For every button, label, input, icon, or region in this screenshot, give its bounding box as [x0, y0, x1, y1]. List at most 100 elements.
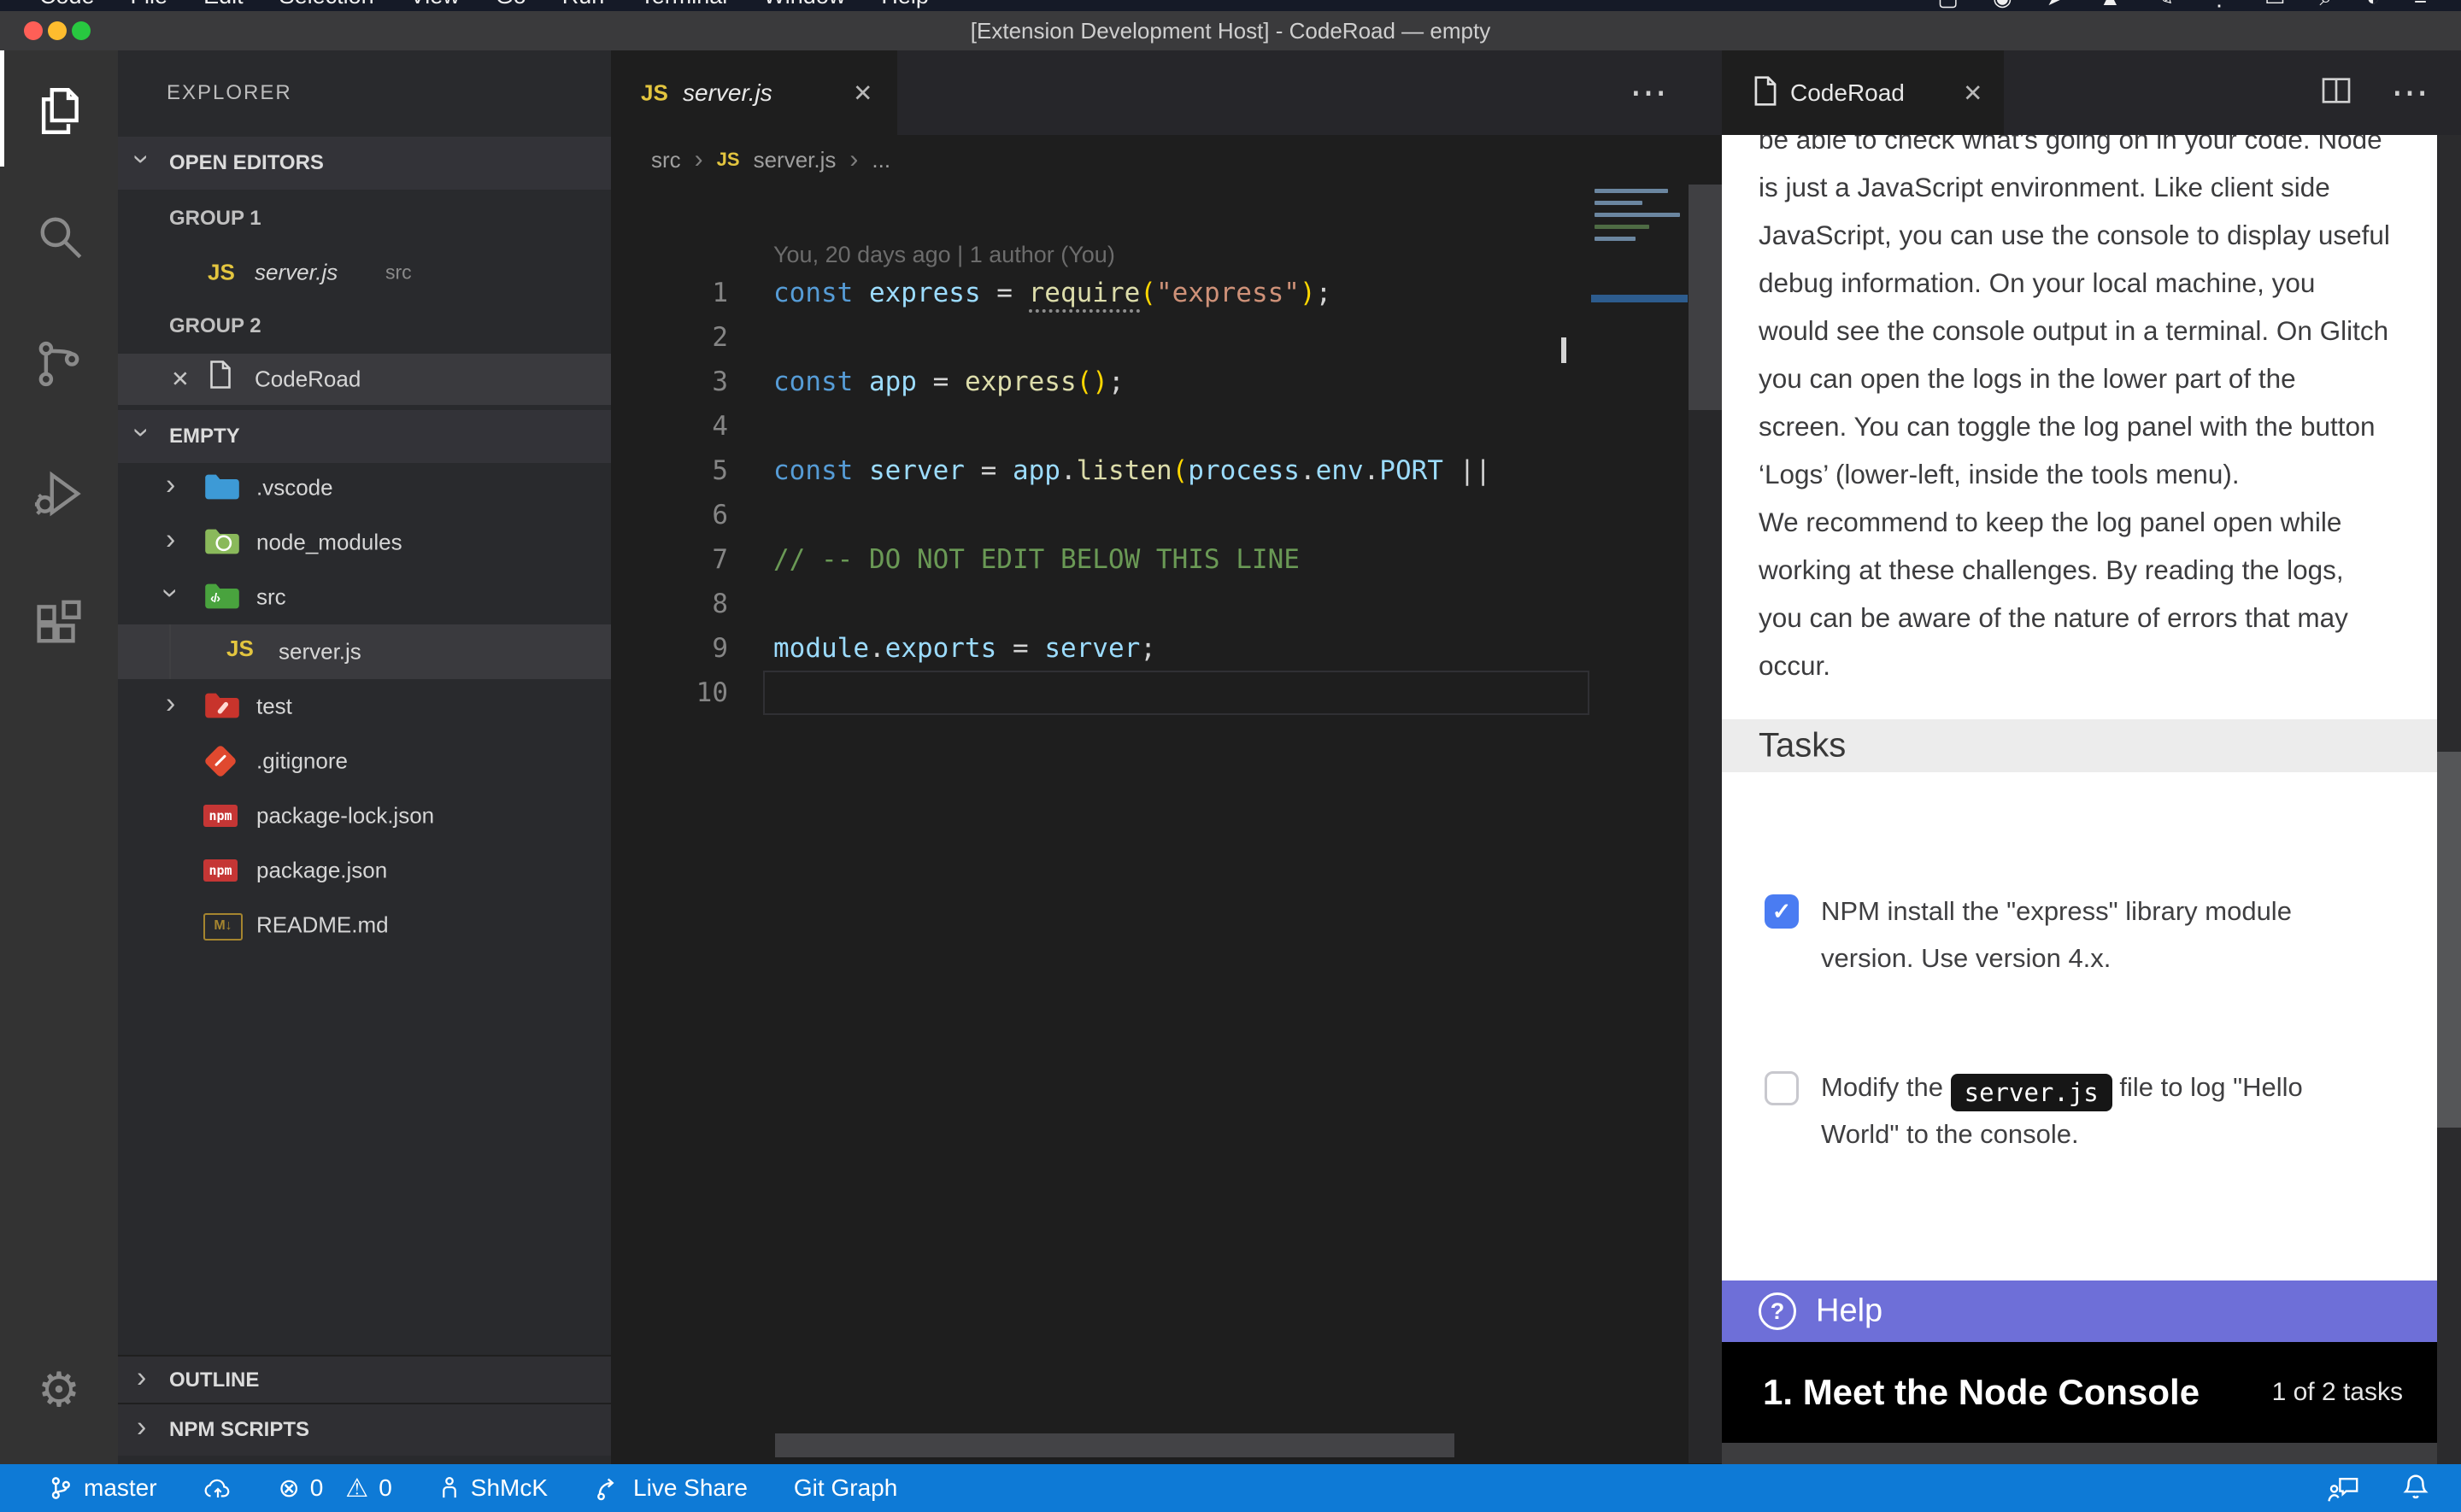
chevron-right-icon: ›	[166, 687, 175, 720]
line-number: 10	[611, 677, 728, 708]
outline-section-header[interactable]: › OUTLINE	[118, 1355, 611, 1404]
open-editors-header[interactable]: › OPEN EDITORS	[118, 137, 611, 190]
line-number: 3	[611, 366, 728, 397]
coderoad-content: be able to check what’s going on in your…	[1722, 135, 2437, 1281]
source-control-icon[interactable]	[0, 336, 118, 396]
menu-status-icon[interactable]: ◐	[2366, 0, 2380, 11]
src-folder-icon: ‹/›	[203, 581, 241, 613]
search-icon[interactable]	[0, 208, 118, 268]
close-tab-icon[interactable]: ✕	[1963, 79, 1982, 107]
explorer-icon[interactable]	[0, 83, 118, 144]
live-share-item[interactable]: Live Share	[594, 1474, 748, 1503]
menu-item[interactable]: Terminal	[640, 0, 727, 9]
menu-status-icon[interactable]: ≡	[2414, 0, 2427, 11]
menu-status-icon[interactable]: ◉	[1993, 0, 2012, 11]
scrollbar-thumb[interactable]	[2437, 752, 2461, 1128]
menu-item[interactable]: Code	[39, 0, 95, 9]
menu-item[interactable]: Window	[763, 0, 845, 9]
tree-item-gitignore[interactable]: .gitignore	[118, 734, 611, 788]
run-debug-icon[interactable]	[0, 466, 118, 526]
code-line-6[interactable]: 6	[611, 493, 1591, 537]
menu-item[interactable]: View	[410, 0, 460, 9]
tab-server-js[interactable]: JS server.js ✕	[611, 50, 897, 135]
code-line-7[interactable]: 7// -- DO NOT EDIT BELOW THIS LINE	[611, 537, 1591, 582]
explorer-sidebar: EXPLORER › OPEN EDITORS GROUP 1 JS serve…	[118, 50, 611, 1464]
menu-status-icon[interactable]: ➤	[2047, 0, 2065, 11]
tree-item-src[interactable]: › ‹/› src	[118, 570, 611, 624]
code-line-8[interactable]: 8	[611, 582, 1591, 626]
code-line-5[interactable]: 5const server = app.listen(process.env.P…	[611, 448, 1591, 493]
open-editor-server-js[interactable]: JS server.js src	[118, 246, 611, 299]
lesson-footer[interactable]: 1. Meet the Node Console 1 of 2 tasks	[1722, 1342, 2437, 1443]
code-line-1[interactable]: 1const express = require("express");	[611, 271, 1591, 315]
tree-item-test[interactable]: › test	[118, 679, 611, 734]
git-icon	[203, 745, 241, 777]
paragraph-line: occur.	[1759, 642, 2408, 689]
chevron-right-icon: ›	[695, 145, 703, 174]
problems-item[interactable]: ⊗ 0 ⚠ 0	[279, 1474, 392, 1503]
npm-scripts-section-header[interactable]: › NPM SCRIPTS	[118, 1403, 611, 1456]
code-line-10[interactable]: 10	[611, 671, 1591, 715]
task-checkbox-checked[interactable]: ✓	[1765, 894, 1799, 929]
notifications-item[interactable]	[2399, 1472, 2432, 1504]
feedback-icon	[2326, 1473, 2360, 1503]
sync-changes-item[interactable]	[203, 1475, 232, 1501]
code-line-3[interactable]: 3const app = express();	[611, 360, 1591, 404]
tree-item-package-lock[interactable]: npm package-lock.json	[118, 788, 611, 843]
tree-item-node-modules[interactable]: › node_modules	[118, 515, 611, 570]
settings-gear-icon[interactable]: ⚙	[0, 1366, 118, 1414]
minimap[interactable]	[1591, 185, 1689, 322]
feedback-item[interactable]	[2326, 1473, 2360, 1503]
tree-item-readme[interactable]: M↓ README.md	[118, 898, 611, 952]
menu-status-icon[interactable]: ⌕	[2320, 0, 2333, 11]
window-title-bar[interactable]: [Extension Development Host] - CodeRoad …	[0, 11, 2461, 51]
horizontal-scrollbar-thumb[interactable]	[775, 1433, 1454, 1457]
task-1-text: NPM install the "express" library module…	[1821, 888, 2419, 982]
code-line-4[interactable]: 4	[611, 404, 1591, 448]
chevron-down-icon: ›	[154, 589, 187, 598]
split-editor-icon[interactable]	[2319, 73, 2353, 112]
close-tab-icon[interactable]: ✕	[853, 79, 872, 107]
task-checkbox-unchecked[interactable]	[1765, 1071, 1799, 1105]
git-branch-item[interactable]: master	[48, 1474, 157, 1502]
menu-status-icon[interactable]: ▢	[1937, 0, 1959, 11]
menu-status-icon[interactable]: ✎	[2155, 0, 2174, 11]
menu-item[interactable]: File	[131, 0, 168, 9]
tree-item-server-js[interactable]: JS server.js	[118, 624, 611, 679]
tree-item-package-json[interactable]: npm package.json	[118, 843, 611, 898]
help-bar[interactable]: ? Help	[1722, 1281, 2437, 1342]
git-graph-item[interactable]: Git Graph	[794, 1474, 897, 1502]
menu-item[interactable]: Edit	[203, 0, 244, 9]
code-line-2[interactable]: 2	[611, 315, 1591, 360]
bell-icon	[2399, 1472, 2432, 1504]
extensions-icon[interactable]	[0, 596, 118, 657]
code-line-9[interactable]: 9module.exports = server;	[611, 626, 1591, 671]
close-icon[interactable]: ✕	[171, 366, 190, 393]
breadcrumb-symbol[interactable]: ...	[872, 147, 890, 173]
breadcrumb-server-js[interactable]: server.js	[754, 147, 837, 173]
current-line-highlight	[763, 671, 1589, 715]
menu-item[interactable]: Run	[562, 0, 605, 9]
code-editor[interactable]: 1const express = require("express");23co…	[611, 271, 1591, 715]
menu-status-icon[interactable]: ⋮	[2208, 0, 2230, 11]
tab-coderoad[interactable]: CodeRoad ✕	[1722, 50, 2004, 135]
vertical-scrollbar[interactable]	[1689, 185, 1722, 1463]
more-actions-icon[interactable]: ⋯	[1630, 80, 1669, 106]
js-file-icon: JS	[208, 260, 235, 286]
more-actions-icon[interactable]: ⋯	[2391, 80, 2430, 106]
tree-item-vscode[interactable]: › .vscode	[118, 460, 611, 515]
menu-item[interactable]: Go	[496, 0, 526, 9]
panel-scrollbar[interactable]	[2437, 135, 2461, 1464]
markdown-icon: M↓	[203, 909, 241, 941]
menu-status-icon[interactable]: ▭	[2264, 0, 2286, 11]
menu-status-icon[interactable]: ▲	[2099, 0, 2121, 11]
scrollbar-thumb[interactable]	[1689, 185, 1722, 410]
live-share-user-item[interactable]: ShMcK	[438, 1474, 548, 1502]
js-file-icon: JS	[717, 149, 740, 171]
breadcrumb-src[interactable]: src	[651, 147, 681, 173]
menu-item[interactable]: Selection	[279, 0, 374, 9]
workspace-folder-header[interactable]: › EMPTY	[118, 410, 611, 463]
open-editor-coderoad[interactable]: ✕ CodeRoad	[118, 354, 611, 405]
menu-item[interactable]: Help	[881, 0, 929, 9]
chevron-down-icon: ›	[125, 428, 158, 437]
